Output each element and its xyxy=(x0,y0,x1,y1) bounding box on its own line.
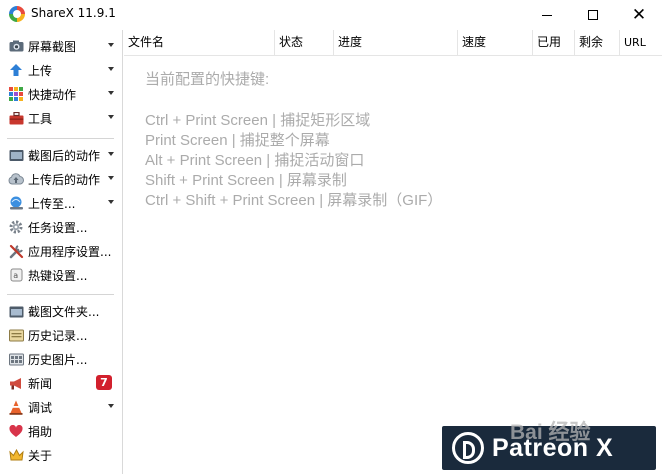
column-header-remaining[interactable]: 剩余 xyxy=(575,30,620,56)
sidebar-item-tools[interactable]: 工具 xyxy=(8,107,118,129)
sidebar-item-label: 历史记录... xyxy=(28,328,88,343)
sidebar-item-destinations[interactable]: 上传至... xyxy=(8,192,118,214)
sidebar-item-label: 上传 xyxy=(28,63,53,78)
sidebar: 屏幕截图 上传 快捷动作 工具 截图后的动作 上传后的动作 上传至... 任务设… xyxy=(0,30,123,474)
hotkeys-title: 当前配置的快捷键: xyxy=(145,71,270,88)
window-title: ShareX 11.9.1 xyxy=(31,6,116,20)
maximize-button[interactable] xyxy=(570,0,616,30)
sidebar-item-label: 关于 xyxy=(28,448,53,463)
baidu-watermark: Bai 经验 xyxy=(510,421,591,444)
sidebar-item-label: 调试 xyxy=(28,400,53,415)
sidebar-item-label: 捐助 xyxy=(28,424,53,439)
hotkey-hint: Shift + Print Screen | 屏幕录制 xyxy=(145,172,347,189)
folder-icon xyxy=(8,303,24,319)
sharex-logo-icon xyxy=(9,6,25,22)
sidebar-item-label: 屏幕截图 xyxy=(28,39,77,54)
sidebar-item-screenshots-folder[interactable]: 截图文件夹... xyxy=(8,300,118,322)
sidebar-item-label: 截图文件夹... xyxy=(28,304,100,319)
heart-icon xyxy=(8,423,24,439)
sidebar-item-upload[interactable]: 上传 xyxy=(8,59,118,81)
toolbox-icon xyxy=(8,110,24,126)
chevron-down-icon xyxy=(108,67,114,71)
hotkey-hint: Alt + Print Screen | 捕捉活动窗口 xyxy=(145,152,365,169)
chevron-down-icon xyxy=(108,404,114,408)
sidebar-divider xyxy=(7,138,114,139)
task-list[interactable]: 文件名 状态 进度 速度 已用 剩余 URL 当前配置的快捷键: Ctrl + … xyxy=(124,30,662,474)
upload-arrow-icon xyxy=(8,62,24,78)
column-header-filename[interactable]: 文件名 xyxy=(124,30,275,56)
sidebar-item-label: 工具 xyxy=(28,111,53,126)
column-header-elapsed[interactable]: 已用 xyxy=(533,30,575,56)
camera-icon xyxy=(8,38,24,54)
gear-icon xyxy=(8,219,24,235)
keyboard-icon: a xyxy=(8,267,24,283)
close-button[interactable]: ✕ xyxy=(616,0,662,30)
list-header: 文件名 状态 进度 速度 已用 剩余 URL xyxy=(124,30,662,56)
wrench-icon xyxy=(8,243,24,259)
chevron-down-icon xyxy=(108,91,114,95)
sidebar-item-task-settings[interactable]: 任务设置... xyxy=(8,216,118,238)
minimize-button[interactable] xyxy=(524,0,570,30)
hotkey-hint: Print Screen | 捕捉整个屏幕 xyxy=(145,132,330,149)
sidebar-item-label: 热键设置... xyxy=(28,268,88,283)
column-header-progress[interactable]: 进度 xyxy=(334,30,458,56)
sidebar-item-label: 快捷动作 xyxy=(28,87,77,102)
sidebar-item-label: 上传后的动作 xyxy=(28,172,101,187)
chevron-down-icon xyxy=(108,43,114,47)
sidebar-item-image-history[interactable]: 历史图片... xyxy=(8,348,118,370)
chevron-down-icon xyxy=(108,200,114,204)
news-count-badge: 7 xyxy=(96,375,112,390)
image-history-icon xyxy=(8,351,24,367)
sidebar-item-hotkey-settings[interactable]: a 热键设置... xyxy=(8,264,118,286)
grid-icon xyxy=(8,86,24,102)
svg-text:a: a xyxy=(13,271,18,280)
sidebar-item-label: 新闻 xyxy=(28,376,53,391)
chevron-down-icon xyxy=(108,115,114,119)
history-icon xyxy=(8,327,24,343)
crown-icon xyxy=(8,447,24,463)
title-bar: ShareX 11.9.1 ✕ xyxy=(0,0,662,30)
chevron-down-icon xyxy=(108,152,114,156)
sidebar-item-label: 上传至... xyxy=(28,196,76,211)
column-header-speed[interactable]: 速度 xyxy=(458,30,533,56)
sidebar-item-after-upload[interactable]: 上传后的动作 xyxy=(8,168,118,190)
column-header-url[interactable]: URL xyxy=(620,30,662,56)
sidebar-item-donate[interactable]: 捐助 xyxy=(8,420,118,442)
warning-cone-icon xyxy=(8,399,24,415)
capture-tasks-icon xyxy=(8,147,24,163)
minimize-icon xyxy=(542,14,552,16)
sidebar-item-label: 历史图片... xyxy=(28,352,88,367)
maximize-icon xyxy=(588,10,598,20)
megaphone-icon xyxy=(8,375,24,391)
sidebar-item-label: 截图后的动作 xyxy=(28,148,101,163)
sidebar-divider xyxy=(7,294,114,295)
sidebar-item-label: 任务设置... xyxy=(28,220,88,235)
sidebar-item-capture[interactable]: 屏幕截图 xyxy=(8,35,118,57)
sidebar-item-label: 应用程序设置... xyxy=(28,244,112,259)
hotkey-hint: Ctrl + Shift + Print Screen | 屏幕录制（GIF） xyxy=(145,192,443,209)
sidebar-item-news[interactable]: 新闻 7 xyxy=(8,372,118,394)
sidebar-item-workflows[interactable]: 快捷动作 xyxy=(8,83,118,105)
sidebar-item-history[interactable]: 历史记录... xyxy=(8,324,118,346)
chevron-down-icon xyxy=(108,176,114,180)
sidebar-item-app-settings[interactable]: 应用程序设置... xyxy=(8,240,118,262)
destination-icon xyxy=(8,195,24,211)
hotkey-hint: Ctrl + Print Screen | 捕捉矩形区域 xyxy=(145,112,371,129)
cloud-upload-icon xyxy=(8,171,24,187)
close-icon: ✕ xyxy=(631,4,647,25)
column-header-status[interactable]: 状态 xyxy=(275,30,334,56)
sidebar-item-about[interactable]: 关于 xyxy=(8,444,118,466)
patreon-logo-icon xyxy=(452,432,484,464)
sidebar-item-after-capture[interactable]: 截图后的动作 xyxy=(8,144,118,166)
sidebar-item-debug[interactable]: 调试 xyxy=(8,396,118,418)
